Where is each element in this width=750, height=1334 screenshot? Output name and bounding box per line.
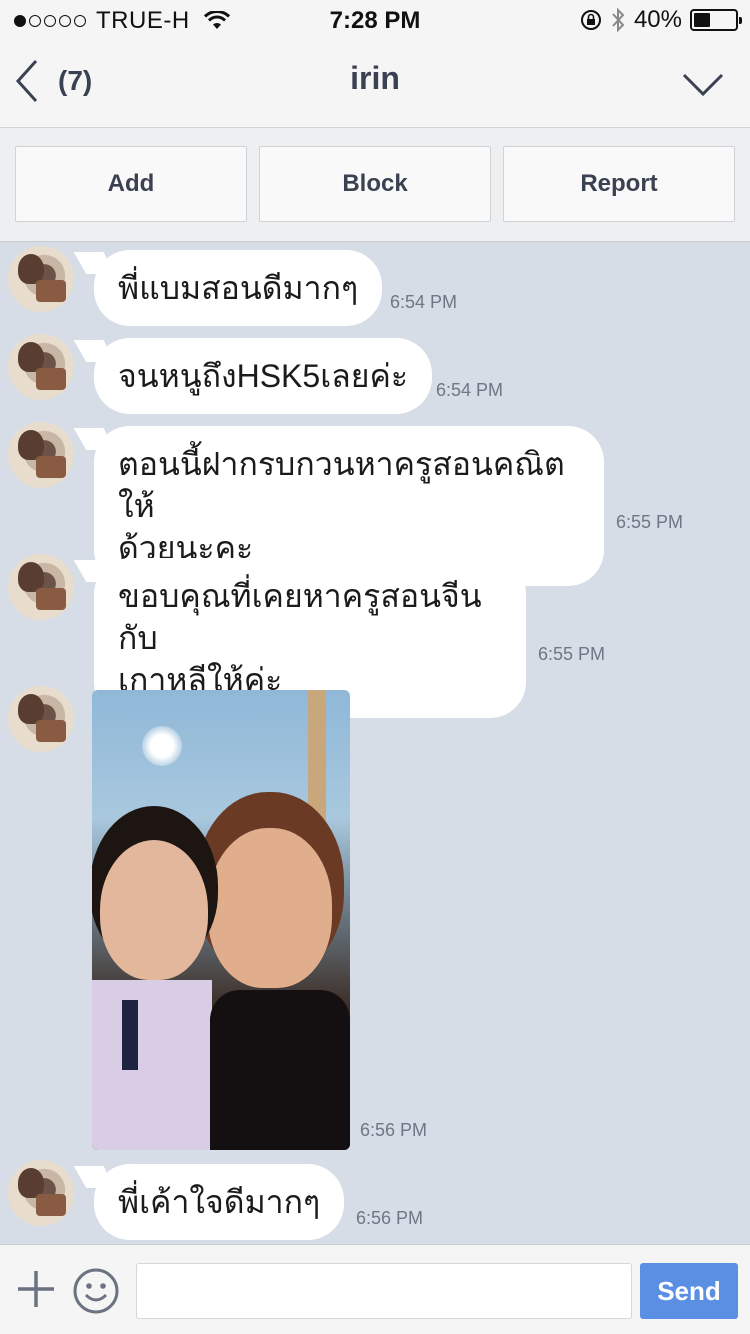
avatar[interactable] [8, 422, 74, 488]
smiley-icon[interactable] [72, 1267, 120, 1315]
block-button[interactable]: Block [259, 146, 491, 222]
battery-fill [694, 13, 710, 27]
message-text: พี่เค้าใจดีมากๆ [118, 1184, 321, 1220]
battery-icon [690, 9, 742, 31]
message-bubble[interactable]: พี่เค้าใจดีมากๆ [94, 1164, 345, 1240]
avatar[interactable] [8, 1160, 74, 1226]
send-button[interactable]: Send [640, 1263, 738, 1319]
report-button[interactable]: Report [503, 146, 735, 222]
message-input[interactable] [136, 1263, 632, 1319]
message-text: พี่แบมสอนดีมากๆ [118, 270, 359, 306]
status-right: 40% [580, 6, 742, 34]
add-button[interactable]: Add [15, 146, 247, 222]
avatar[interactable] [8, 554, 74, 620]
message-time: 6:55 PM [538, 644, 606, 664]
rotation-lock-icon [580, 10, 601, 30]
plus-icon[interactable] [16, 1269, 56, 1309]
message-time: 6:55 PM [616, 512, 684, 532]
message-time: 6:56 PM [356, 1208, 424, 1228]
chat-header: (7) irin [0, 40, 750, 128]
status-bar: TRUE-H 7:28 PM 40% [0, 0, 750, 40]
message-time: 6:54 PM [436, 380, 504, 400]
message-input-bar: Send [0, 1244, 750, 1334]
battery-percent: 40% [633, 6, 682, 33]
photo-message[interactable] [92, 690, 350, 1150]
contact-actions-bar: Add Block Report [0, 128, 750, 242]
avatar[interactable] [8, 246, 74, 312]
message-bubble[interactable]: พี่แบมสอนดีมากๆ [94, 250, 383, 326]
chat-title: irin [350, 60, 400, 96]
message-text: ขอบคุณที่เคยหาครูสอนจีนกับ เกาหลีให้ค่ะ [118, 578, 482, 698]
message-bubble[interactable]: จนหนูถึงHSK5เลยค่ะ [94, 338, 433, 414]
bluetooth-icon [612, 7, 625, 33]
avatar[interactable] [8, 334, 74, 400]
message-text: ตอนนี้ฝากรบกวนหาครูสอนคณิตให้ ด้วยนะคะ [118, 446, 565, 566]
message-time: 6:56 PM [360, 1120, 428, 1140]
message-text: จนหนูถึงHSK5เลยค่ะ [118, 358, 409, 394]
chevron-down-icon[interactable] [682, 72, 724, 98]
avatar[interactable] [8, 686, 74, 752]
message-time: 6:54 PM [390, 292, 458, 312]
